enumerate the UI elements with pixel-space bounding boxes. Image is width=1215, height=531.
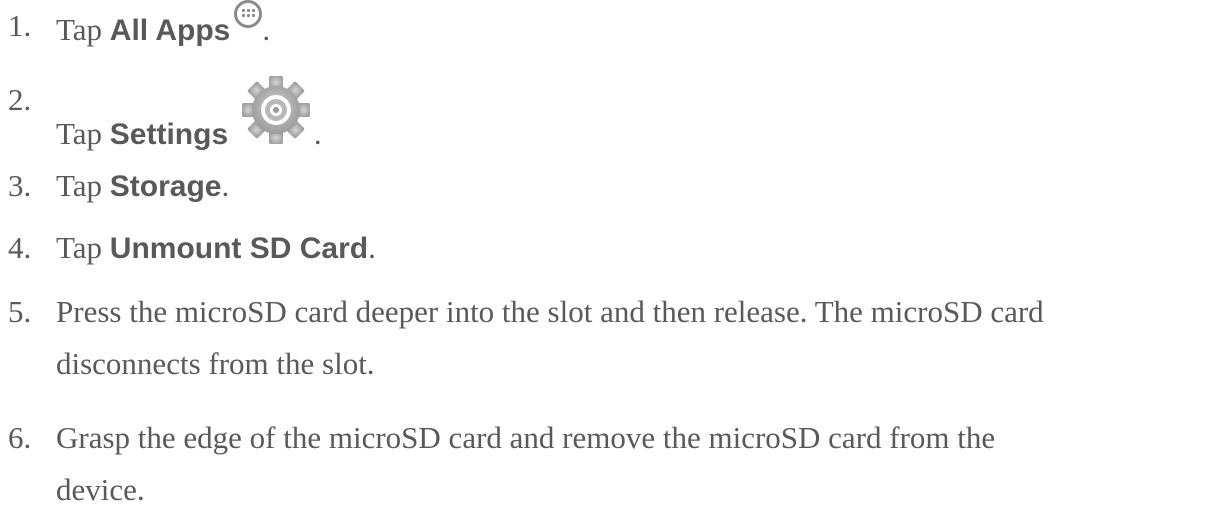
step-prefix: Tap xyxy=(56,12,110,47)
step-suffix: . xyxy=(262,12,271,47)
step-number: 6. xyxy=(8,420,32,455)
step-number: 4. xyxy=(8,230,32,265)
step-2: 2. Tap Settings . xyxy=(8,74,1208,161)
step-number: 3. xyxy=(8,168,32,203)
step-text: Press the microSD card deeper into the s… xyxy=(56,286,1206,390)
storage-label: Storage xyxy=(109,170,222,203)
step-4: 4. Tap Unmount SD Card. xyxy=(8,222,1208,275)
step-6: 6. Grasp the edge of the microSD card and… xyxy=(8,412,1208,516)
settings-gear-icon xyxy=(241,76,310,144)
step-text-line-2: disconnects from the slot. xyxy=(56,346,375,381)
step-text: Tap Unmount SD Card. xyxy=(56,222,376,275)
step-prefix: Tap xyxy=(56,116,110,151)
step-3: 3. Tap Storage. xyxy=(8,160,1208,213)
step-text: Tap Settings . xyxy=(56,74,322,161)
step-text-line-1: Grasp the edge of the microSD card and r… xyxy=(56,420,996,455)
step-text-line-2: device. xyxy=(56,472,145,507)
step-number: 5. xyxy=(8,294,32,329)
step-prefix: Tap xyxy=(56,230,110,265)
step-number: 2. xyxy=(8,82,32,117)
step-text-line-1: Press the microSD card deeper into the s… xyxy=(56,294,1044,329)
step-text: Tap All Apps . xyxy=(56,0,270,57)
all-apps-label: All Apps xyxy=(109,14,231,47)
instruction-list: 1. Tap All Apps . 2. Tap Settings . 3. Ta… xyxy=(0,0,1215,531)
step-suffix: . xyxy=(221,168,230,203)
step-text: Tap Storage. xyxy=(56,160,229,213)
settings-label: Settings xyxy=(109,118,229,151)
step-number: 1. xyxy=(8,8,32,43)
step-text: Grasp the edge of the microSD card and r… xyxy=(56,412,1206,516)
step-1: 1. Tap All Apps . xyxy=(8,0,1208,57)
step-prefix: Tap xyxy=(56,168,110,203)
step-suffix: . xyxy=(368,230,376,265)
step-5: 5. Press the microSD card deeper into the… xyxy=(8,286,1208,390)
all-apps-icon xyxy=(234,0,263,28)
unmount-sd-card-label: Unmount SD Card xyxy=(109,232,369,265)
step-suffix: . xyxy=(313,116,322,151)
